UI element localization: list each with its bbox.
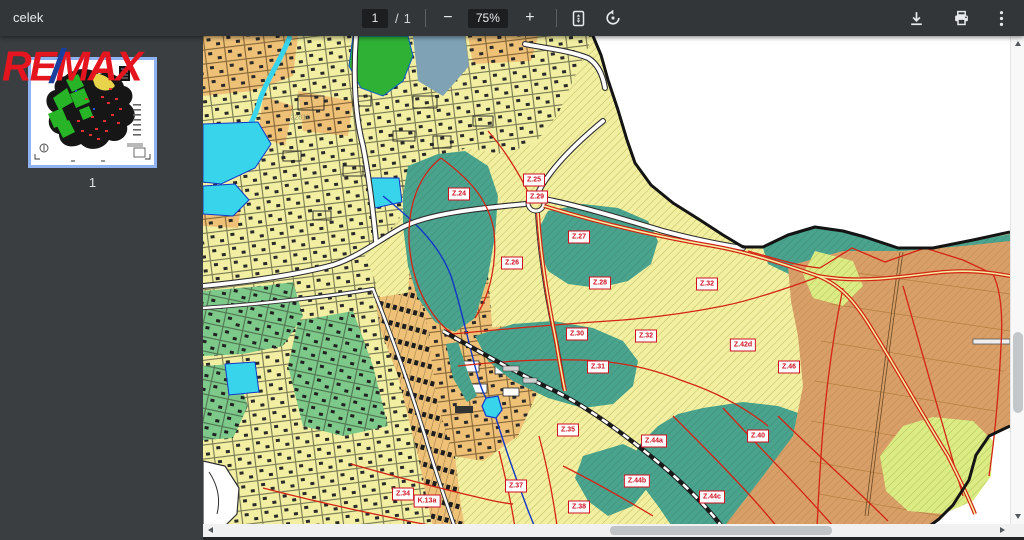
zoom-in-button[interactable]: +: [518, 6, 542, 30]
toolbar-right-controls: [904, 0, 1008, 36]
fit-page-button[interactable]: [567, 6, 591, 30]
more-options-button[interactable]: [994, 6, 1008, 30]
zone-label: Z.30: [566, 328, 588, 341]
remax-logo-slash: /: [50, 43, 61, 90]
rotate-ccw-icon: [604, 9, 622, 27]
pdf-page-canvas[interactable]: Z.24 Z.25 Z.29 Z.27 Z.26 Z.28 Z.32 Z.30 Z.32 Z.42…: [203, 36, 1010, 524]
zone-label: Z.42d: [730, 339, 756, 352]
zone-label: K.13a: [414, 495, 441, 508]
toolbar-divider: [425, 9, 426, 27]
thumbnail-page-number: 1: [28, 175, 157, 190]
zoom-out-button[interactable]: −: [436, 6, 460, 30]
zone-label: Z.40: [747, 430, 769, 443]
toolbar-divider: [556, 9, 557, 27]
vertical-scrollbar[interactable]: [1010, 36, 1024, 524]
zone-label: Z.32: [696, 278, 718, 291]
more-vert-icon: [999, 10, 1004, 27]
toolbar-center-controls: 1 / 1 − 75% +: [362, 0, 625, 36]
vertical-scrollbar-thumb[interactable]: [1013, 332, 1023, 413]
zone-label: Z.31: [587, 361, 609, 374]
remax-logo-re: RE: [2, 46, 55, 88]
page-separator: /: [395, 11, 399, 26]
scroll-left-icon[interactable]: [208, 527, 213, 533]
zone-label: Z.29: [526, 191, 548, 204]
thumbnail-sidebar: 1 RE / MAX: [0, 36, 203, 540]
fit-page-icon: [570, 10, 587, 27]
zone-label: Z.44a: [641, 435, 667, 448]
zone-label: Z.32: [635, 330, 657, 343]
zone-label: Z.26: [501, 257, 523, 270]
zone-label: Z.24: [448, 188, 470, 201]
zone-label: Z.46: [778, 361, 800, 374]
remax-logo: RE / MAX: [2, 41, 141, 88]
zone-label: Z.44b: [624, 475, 650, 488]
download-icon: [908, 10, 925, 27]
parcel-number-label: 22811: [291, 115, 310, 122]
zone-label: Z.37: [505, 480, 527, 493]
download-button[interactable]: [904, 6, 928, 30]
pdf-toolbar: celek 1 / 1 − 75% +: [0, 0, 1024, 36]
scrollbar-corner: [1010, 524, 1024, 537]
zoom-level-input[interactable]: 75%: [468, 9, 508, 28]
print-button[interactable]: [949, 6, 973, 30]
zone-label: Z.27: [568, 231, 590, 244]
rotate-button[interactable]: [601, 6, 625, 30]
print-icon: [953, 10, 970, 27]
zone-label: Z.28: [589, 277, 611, 290]
scroll-down-icon[interactable]: [1015, 514, 1021, 519]
scroll-right-icon[interactable]: [1000, 527, 1005, 533]
zone-label: Z.38: [568, 501, 590, 514]
horizontal-scrollbar-thumb[interactable]: [610, 526, 833, 535]
document-title: celek: [13, 10, 43, 25]
remax-logo-max: MAX: [56, 46, 141, 88]
zone-label: Z.25: [523, 174, 545, 187]
horizontal-scrollbar[interactable]: [203, 524, 1010, 537]
zone-label: Z.44c: [699, 491, 725, 504]
scroll-up-icon[interactable]: [1015, 41, 1021, 46]
zone-label: Z.34: [392, 488, 414, 501]
zone-label: Z.35: [557, 424, 579, 437]
page-total: 1: [404, 11, 411, 26]
page-number-input[interactable]: 1: [362, 9, 388, 28]
